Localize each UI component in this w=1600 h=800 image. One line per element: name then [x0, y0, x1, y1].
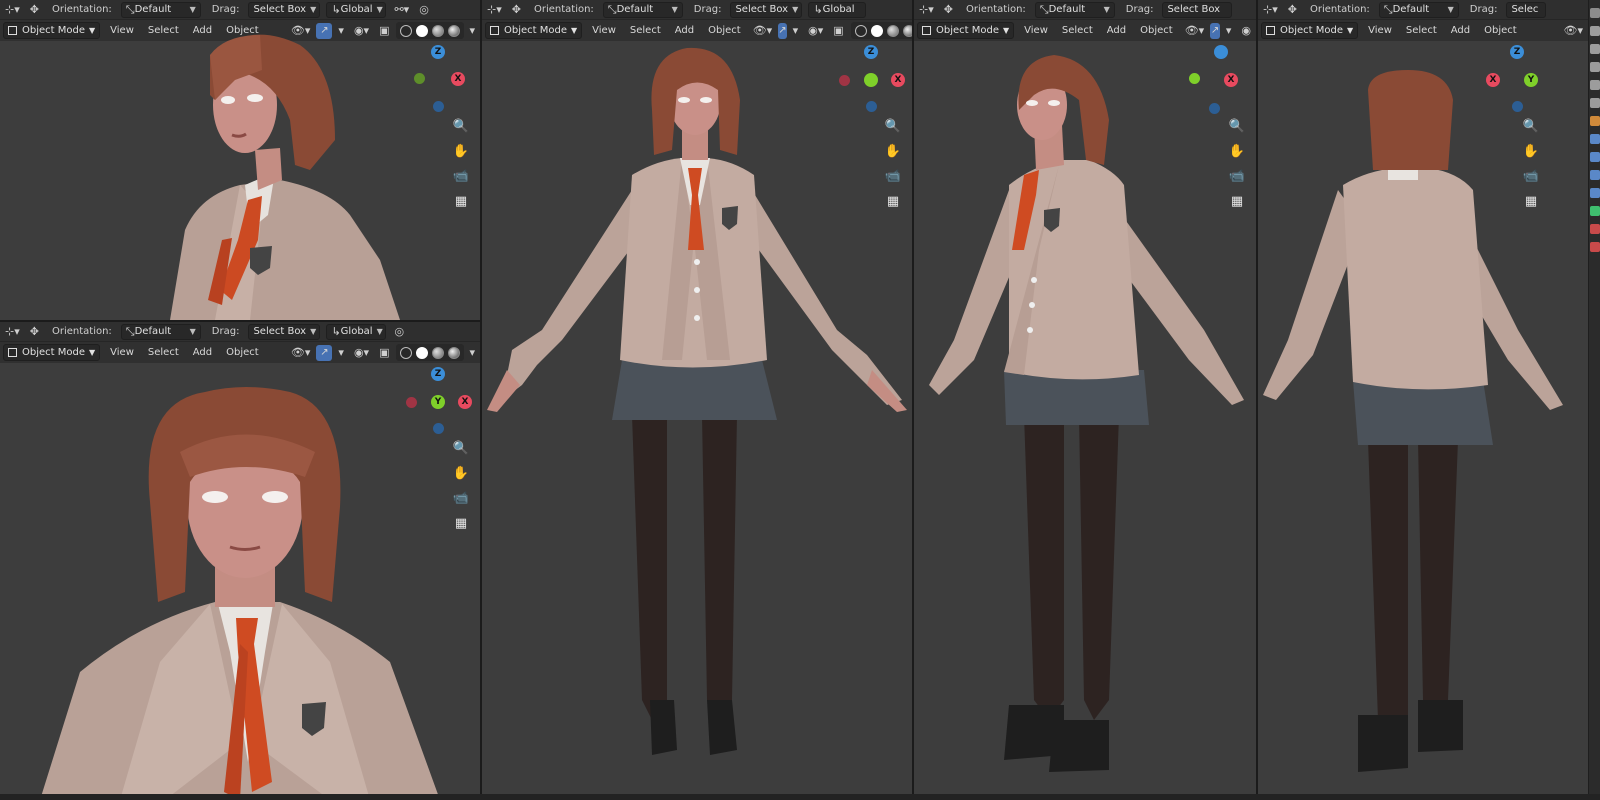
panel-separator[interactable]: [1256, 0, 1258, 800]
panel-separator[interactable]: [912, 0, 914, 800]
render-tab-icon[interactable]: [1590, 26, 1600, 36]
particles-tab-icon[interactable]: [1590, 152, 1600, 162]
status-bar: [0, 794, 1600, 800]
character-model-full-front: [487, 47, 907, 755]
viewport-right-back[interactable]: ⊹▾ ✥ Orientation: ⤡ Default ▼ Drag: Selec …: [1258, 0, 1588, 800]
viewport-center-front[interactable]: ⊹▾ ✥ Orientation: ⤡ Default ▼ Drag: Select…: [482, 0, 912, 800]
object-tab-icon[interactable]: [1590, 116, 1600, 126]
viewport-bottom-left[interactable]: ⊹▾ ✥ Orientation: ⤡ Default ▼ Drag: Select…: [0, 322, 480, 800]
viewport-right-three-quarter[interactable]: ⊹▾ ✥ Orientation: ⤡ Default ▼ Drag: Select…: [914, 0, 1256, 800]
texture-tab-icon[interactable]: [1590, 242, 1600, 252]
viewport-top-left[interactable]: ⊹▾ ✥ Orientation: ⤡ Default ▼ Drag: Select…: [0, 0, 480, 320]
material-tab-icon[interactable]: [1590, 224, 1600, 234]
data-tab-icon[interactable]: [1590, 206, 1600, 216]
character-model-full-three-quarter: [929, 55, 1244, 772]
tool-tab-icon[interactable]: [1590, 8, 1600, 18]
output-tab-icon[interactable]: [1590, 44, 1600, 54]
physics-tab-icon[interactable]: [1590, 170, 1600, 180]
properties-tab-bar: [1588, 0, 1600, 800]
panel-separator[interactable]: [0, 320, 480, 322]
character-model-face-front: [40, 387, 440, 800]
character-model-upper-body-3q: [170, 34, 400, 320]
modifier-tab-icon[interactable]: [1590, 134, 1600, 144]
panel-separator[interactable]: [480, 0, 482, 800]
constraints-tab-icon[interactable]: [1590, 188, 1600, 198]
scene-tab-icon[interactable]: [1590, 80, 1600, 90]
world-tab-icon[interactable]: [1590, 98, 1600, 108]
view-layer-tab-icon[interactable]: [1590, 62, 1600, 72]
character-model-full-back: [1263, 70, 1563, 772]
